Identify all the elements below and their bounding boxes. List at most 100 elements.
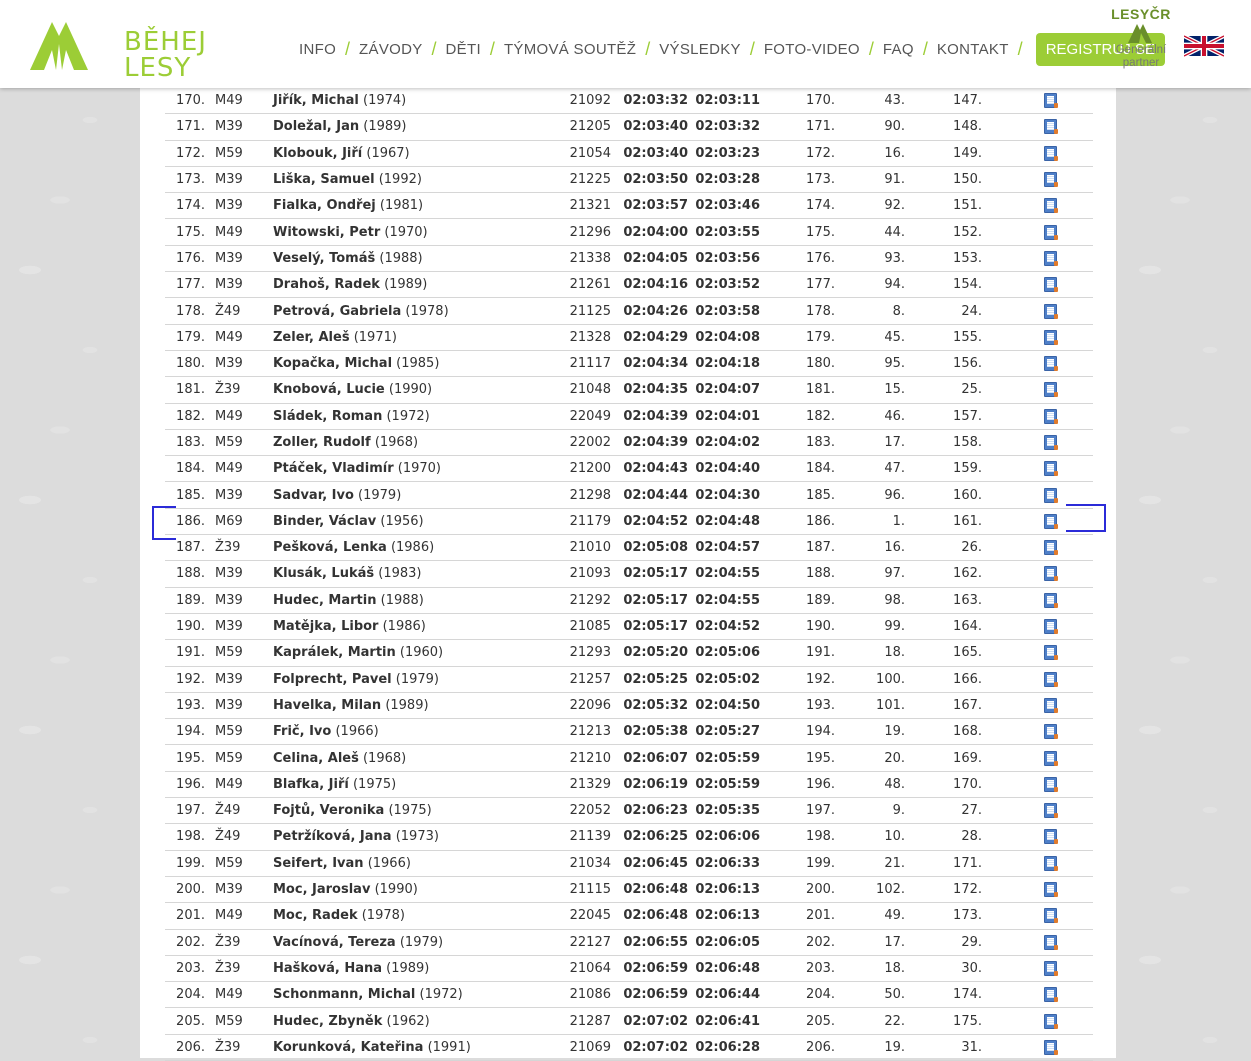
result-detail-icon[interactable] [1044, 566, 1058, 582]
time-cell: 02:06:48 [611, 902, 688, 930]
bib-cell: 21069 [551, 1034, 611, 1061]
nav-tymova-soutez[interactable]: TÝMOVÁ SOUTĚŽ [504, 41, 636, 58]
result-detail-icon[interactable] [1044, 408, 1058, 424]
site-logo[interactable]: BĚHEJ LESY [28, 14, 206, 81]
result-detail-icon[interactable] [1044, 855, 1058, 871]
result-detail-icon[interactable] [1044, 540, 1058, 556]
table-row: 178. Ž49 Petrová, Gabriela (1978) 21125 02:0… [165, 297, 1093, 325]
result-detail-icon[interactable] [1044, 356, 1058, 372]
runner-name: Blafka, Jiří [273, 776, 349, 792]
result-detail-icon[interactable] [1044, 277, 1058, 293]
nav-info[interactable]: INFO [299, 41, 336, 58]
nav-separator: / [749, 38, 755, 59]
detail-cell [982, 955, 1093, 983]
category-place-cell: 18. [835, 639, 905, 667]
net-time-cell: 02:05:35 [688, 797, 760, 825]
result-detail-icon[interactable] [1044, 671, 1058, 687]
category-cell: Ž49 [205, 823, 273, 851]
birth-year: (1989) [386, 960, 430, 976]
category-place-cell: 18. [835, 955, 905, 983]
table-row: 191. M59 Kaprálek, Martin (1960) 21293 02:05… [165, 639, 1093, 667]
result-detail-icon[interactable] [1044, 908, 1058, 924]
result-detail-icon[interactable] [1044, 724, 1058, 740]
result-detail-icon[interactable] [1044, 1013, 1058, 1029]
result-detail-icon[interactable] [1044, 93, 1058, 109]
category-cell: M49 [205, 981, 273, 1009]
rank-cell: 170. [165, 88, 205, 115]
nav-zavody[interactable]: ZÁVODY [359, 41, 422, 58]
result-detail-icon[interactable] [1044, 619, 1058, 635]
runner-name: Celina, Aleš [273, 750, 359, 766]
overall-place-cell: 174. [760, 192, 835, 220]
result-detail-icon[interactable] [1044, 1039, 1058, 1055]
result-detail-icon[interactable] [1044, 697, 1058, 713]
result-detail-icon[interactable] [1044, 303, 1058, 319]
net-time-cell: 02:06:41 [688, 1007, 760, 1035]
result-detail-icon[interactable] [1044, 645, 1058, 661]
result-detail-icon[interactable] [1044, 987, 1058, 1003]
result-detail-icon[interactable] [1044, 829, 1058, 845]
uk-flag-icon[interactable] [1184, 35, 1224, 57]
general-partner[interactable]: LESYČR Generální partner [1108, 6, 1174, 70]
result-detail-icon[interactable] [1044, 382, 1058, 398]
result-detail-icon[interactable] [1044, 250, 1058, 266]
rank-cell: 179. [165, 324, 205, 351]
gender-place-cell: 157. [905, 403, 982, 430]
table-row: 206. Ž39 Korunková, Kateřina (1991) 21069 02… [165, 1034, 1093, 1061]
category-cell: M59 [205, 1007, 273, 1035]
category-place-cell: 9. [835, 797, 905, 825]
category-cell: M39 [205, 666, 273, 693]
net-time-cell: 02:04:02 [688, 429, 760, 457]
result-detail-icon[interactable] [1044, 882, 1058, 898]
bib-cell: 21205 [551, 113, 611, 141]
overall-place-cell: 199. [760, 850, 835, 877]
result-detail-icon[interactable] [1044, 198, 1058, 214]
overall-place-cell: 189. [760, 587, 835, 614]
rank-cell: 176. [165, 245, 205, 273]
result-detail-icon[interactable] [1044, 803, 1058, 819]
result-detail-icon[interactable] [1044, 172, 1058, 188]
gender-place-cell: 155. [905, 324, 982, 351]
time-cell: 02:05:17 [611, 613, 688, 641]
runner-name: Veselý, Tomáš [273, 250, 376, 266]
runner-name: Moc, Jaroslav [273, 882, 371, 898]
rank-cell: 172. [165, 140, 205, 167]
result-detail-icon[interactable] [1044, 435, 1058, 450]
nav-deti[interactable]: DĚTI [446, 41, 481, 58]
nav-separator: / [868, 38, 874, 59]
result-detail-icon[interactable] [1044, 329, 1058, 345]
time-cell: 02:05:17 [611, 587, 688, 614]
result-detail-icon[interactable] [1044, 750, 1058, 766]
time-cell: 02:07:02 [611, 1034, 688, 1061]
name-cell: Frič, Ivo (1966) [273, 718, 551, 746]
overall-place-cell: 187. [760, 534, 835, 562]
detail-cell [982, 192, 1093, 220]
result-detail-icon[interactable] [1044, 592, 1058, 608]
net-time-cell: 02:04:55 [688, 560, 760, 588]
name-cell: Zoller, Rudolf (1968) [273, 429, 551, 457]
runner-name: Frič, Ivo [273, 724, 332, 740]
result-detail-icon[interactable] [1044, 224, 1058, 240]
result-detail-icon[interactable] [1044, 513, 1058, 529]
result-detail-icon[interactable] [1044, 461, 1058, 477]
result-detail-icon[interactable] [1044, 776, 1058, 792]
name-cell: Celina, Aleš (1968) [273, 744, 551, 772]
category-cell: M39 [205, 271, 273, 299]
runner-name: Kaprálek, Martin [273, 645, 396, 661]
gender-place-cell: 156. [905, 350, 982, 378]
table-row: 187. Ž39 Pešková, Lenka (1986) 21010 02:05:0… [165, 534, 1093, 562]
overall-place-cell: 196. [760, 771, 835, 799]
nav-vysledky[interactable]: VÝSLEDKY [659, 41, 741, 58]
result-detail-icon[interactable] [1044, 934, 1058, 950]
result-detail-icon[interactable] [1044, 145, 1058, 161]
result-detail-icon[interactable] [1044, 119, 1058, 135]
category-place-cell: 22. [835, 1007, 905, 1035]
overall-place-cell: 204. [760, 981, 835, 1009]
bib-cell: 21010 [551, 534, 611, 562]
nav-foto-video[interactable]: FOTO-VIDEO [764, 41, 860, 58]
gender-place-cell: 148. [905, 113, 982, 141]
nav-kontakt[interactable]: KONTAKT [937, 41, 1009, 58]
nav-faq[interactable]: FAQ [883, 41, 914, 58]
result-detail-icon[interactable] [1044, 960, 1058, 976]
result-detail-icon[interactable] [1044, 487, 1058, 503]
